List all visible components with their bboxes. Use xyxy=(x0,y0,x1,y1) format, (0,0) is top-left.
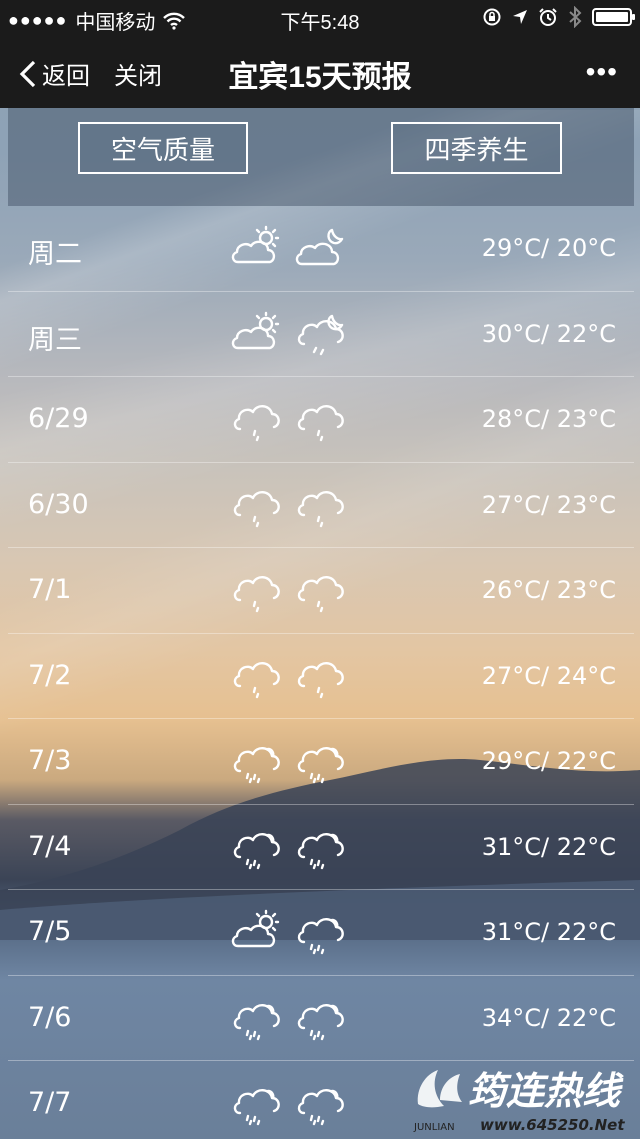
bluetooth-icon xyxy=(569,6,582,28)
forecast-temp: 26°C/ 23°C xyxy=(481,576,616,604)
more-menu-button[interactable]: ••• xyxy=(586,56,618,88)
partly-cloudy-night-icon xyxy=(294,224,348,272)
forecast-row: 7/2 27°C/ 24°C xyxy=(0,634,640,720)
forecast-temp: 29°C/ 22°C xyxy=(481,747,616,775)
forecast-temp: 34°C/ 22°C xyxy=(481,1003,616,1032)
season-health-button[interactable]: 四季养生 xyxy=(391,122,562,174)
forecast-temp: 31°C/ 22°C xyxy=(481,918,616,946)
page-title: 宜宾15天预报 xyxy=(228,61,412,94)
thundershower-icon xyxy=(294,737,348,785)
rain-icon xyxy=(294,566,348,614)
feature-buttons: 空气质量 四季养生 xyxy=(8,108,634,206)
thundershower-icon xyxy=(230,1079,284,1127)
forecast-temp: 27°C/ 23°C xyxy=(481,490,616,519)
forecast-temp: 31°C/ 22°C xyxy=(481,832,616,861)
rain-icon xyxy=(294,652,348,700)
rain-icon xyxy=(294,481,348,529)
forecast-temp: 28°C/ 23°C xyxy=(481,405,616,433)
forecast-row: 7/5 31°C/ 22°C xyxy=(0,890,640,976)
rain-icon xyxy=(230,566,284,614)
forecast-temp: 29°C/ 20°C xyxy=(481,234,616,262)
forecast-day: 7/1 xyxy=(28,574,72,605)
alarm-icon xyxy=(539,8,557,26)
location-icon xyxy=(513,10,527,24)
status-right xyxy=(482,6,635,28)
forecast-row: 7/7 xyxy=(0,1061,640,1139)
forecast-row: 7/6 34°C/ 22°C xyxy=(0,976,640,1062)
back-button[interactable]: 返回 xyxy=(18,56,90,91)
thundershower-icon xyxy=(230,994,284,1042)
forecast-day: 7/7 xyxy=(28,1087,72,1118)
forecast-row: 7/4 31°C/ 22°C xyxy=(0,805,640,891)
nav-bar: 返回 关闭 宜宾15天预报 ••• xyxy=(0,36,640,108)
forecast-day: 7/4 xyxy=(28,830,72,862)
thundershower-icon xyxy=(230,737,284,785)
forecast-day: 7/6 xyxy=(28,1001,72,1033)
night-shower-icon xyxy=(294,310,348,358)
chevron-left-icon xyxy=(19,60,36,87)
forecast-row: 7/3 29°C/ 22°C xyxy=(0,719,640,805)
forecast-day: 7/5 xyxy=(28,916,72,947)
forecast-day: 7/3 xyxy=(28,745,72,776)
rotation-lock-icon xyxy=(483,8,501,26)
forecast-temp: 27°C/ 24°C xyxy=(481,661,616,690)
thundershower-icon xyxy=(294,994,348,1042)
rain-icon xyxy=(230,652,284,700)
forecast-day: 周二 xyxy=(28,239,82,270)
forecast-list: 周二 29°C/ 20°C 周三 30°C/ 22°C 6/29 28°C/ 23°C 6/… xyxy=(0,206,640,1139)
rain-icon xyxy=(230,481,284,529)
rain-icon xyxy=(230,395,284,443)
forecast-day: 6/29 xyxy=(28,403,89,434)
thundershower-icon xyxy=(230,823,284,871)
partly-cloudy-day-icon xyxy=(230,310,284,358)
back-label: 返回 xyxy=(42,63,90,90)
partly-cloudy-day-icon xyxy=(230,224,284,272)
forecast-day: 周三 xyxy=(28,324,82,356)
forecast-day: 7/2 xyxy=(28,659,72,691)
rain-icon xyxy=(294,395,348,443)
thundershower-icon xyxy=(294,1079,348,1127)
close-button[interactable]: 关闭 xyxy=(114,56,162,91)
status-bar: ●●●●● 中国移动 下午5:48 xyxy=(0,0,640,36)
forecast-day: 6/30 xyxy=(28,488,89,520)
forecast-row: 6/30 27°C/ 23°C xyxy=(0,463,640,549)
forecast-row: 7/1 26°C/ 23°C xyxy=(0,548,640,634)
air-quality-button[interactable]: 空气质量 xyxy=(78,122,248,174)
forecast-row: 周三 30°C/ 22°C xyxy=(0,292,640,378)
battery-icon xyxy=(592,8,635,26)
thundershower-icon xyxy=(294,908,348,956)
forecast-row: 周二 29°C/ 20°C xyxy=(0,206,640,292)
forecast-temp: 30°C/ 22°C xyxy=(481,319,616,348)
partly-cloudy-day-icon xyxy=(230,908,284,956)
forecast-row: 6/29 28°C/ 23°C xyxy=(0,377,640,463)
thundershower-icon xyxy=(294,823,348,871)
